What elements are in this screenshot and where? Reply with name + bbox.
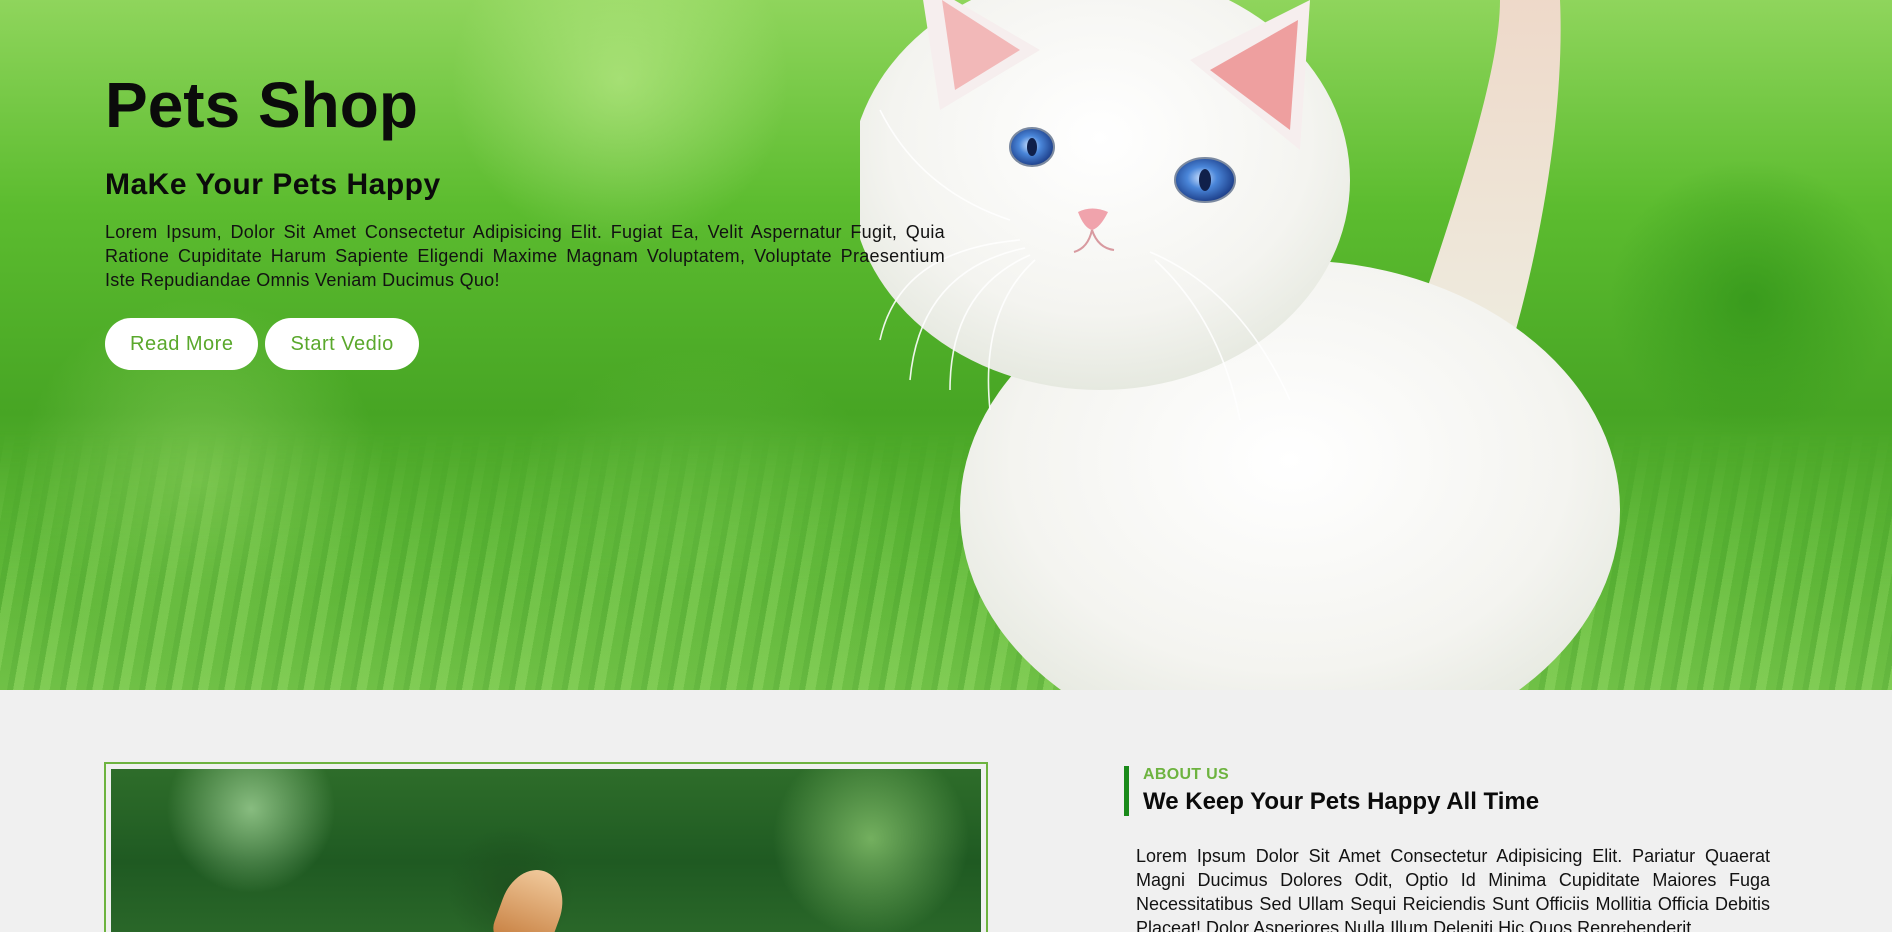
about-description: Lorem Ipsum Dolor Sit Amet Consectetur A… <box>1136 846 1770 932</box>
hero-content: Pets Shop MaKe Your Pets Happy Lorem Ips… <box>105 69 945 371</box>
about-title: We Keep Your Pets Happy All Time <box>1143 788 1540 815</box>
kitten-image <box>860 0 1620 690</box>
start-video-button[interactable]: Start Vedio <box>265 318 419 371</box>
read-more-button[interactable]: Read More <box>105 318 259 371</box>
about-heading: ABOUT US We Keep Your Pets Happy All Tim… <box>1124 766 1774 816</box>
about-section: ABOUT US We Keep Your Pets Happy All Tim… <box>0 690 1892 932</box>
about-info: ABOUT US We Keep Your Pets Happy All Tim… <box>1124 766 1774 932</box>
dog-image <box>111 769 981 932</box>
hero-description: Lorem Ipsum, Dolor Sit Amet Consectetur … <box>105 222 945 291</box>
about-image-frame <box>104 762 988 932</box>
hero-subtitle: MaKe Your Pets Happy <box>105 168 441 202</box>
hero-title: Pets Shop <box>105 69 418 141</box>
about-label: ABOUT US <box>1143 766 1229 783</box>
dog-ear-shape <box>489 861 573 932</box>
hero-buttons: Read More Start Vedio <box>105 318 945 371</box>
hero-section: Pets Shop MaKe Your Pets Happy Lorem Ips… <box>0 0 1892 690</box>
